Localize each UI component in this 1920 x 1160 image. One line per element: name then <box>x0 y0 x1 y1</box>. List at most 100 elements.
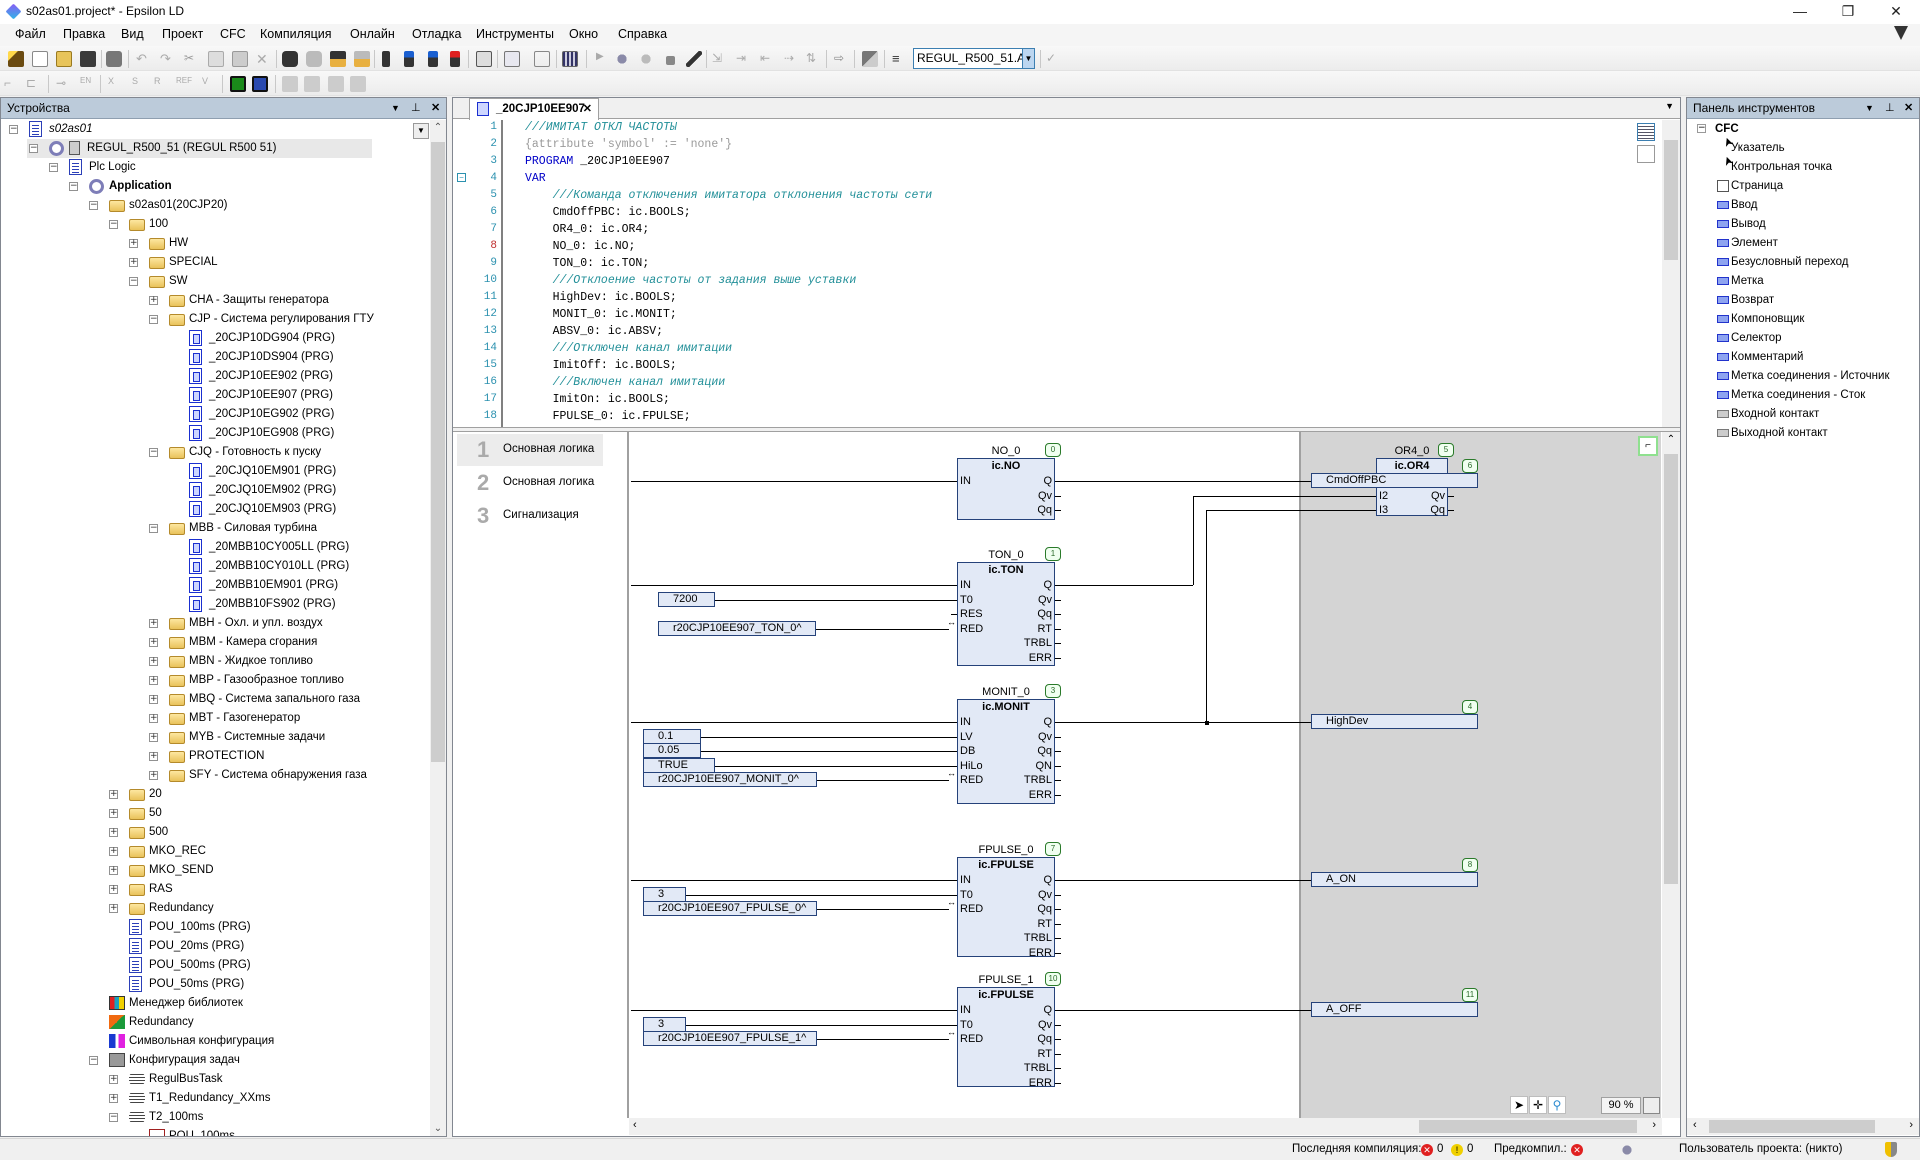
scroll-left-icon[interactable]: ‹ <box>1693 1119 1697 1131</box>
ld-ref-icon[interactable]: REF <box>176 76 192 92</box>
declaration-view-icon[interactable] <box>1637 123 1655 141</box>
replace-icon[interactable] <box>306 51 322 67</box>
input-pin[interactable]: LV <box>960 730 973 744</box>
stop-icon[interactable] <box>666 56 675 65</box>
input-wire[interactable] <box>816 628 949 630</box>
output-variable-box[interactable]: CmdOffPBC <box>1311 473 1478 488</box>
menu-build[interactable]: Компиляция <box>260 27 332 41</box>
cut-icon[interactable]: ✂ <box>184 51 200 67</box>
output-pin[interactable]: TRBL <box>1024 773 1052 787</box>
expand-icon[interactable]: + <box>109 904 118 913</box>
expand-icon[interactable]: + <box>149 676 158 685</box>
output-pin[interactable]: Qq <box>1037 607 1052 621</box>
input-pin[interactable]: IN <box>960 715 971 729</box>
pan-tool-icon[interactable]: ✛ <box>1529 1096 1547 1114</box>
output-pin[interactable]: Qv <box>1038 593 1052 607</box>
input-wire[interactable] <box>715 765 957 767</box>
code-line[interactable]: ///Отклоение частоты от задания выше уст… <box>525 274 857 287</box>
menu-tools[interactable]: Инструменты <box>476 27 554 41</box>
run-to-cursor-icon[interactable]: ⇢ <box>784 51 800 67</box>
code-scroll-thumb[interactable] <box>1664 140 1678 260</box>
run-icon[interactable]: ▶ <box>596 51 604 67</box>
output-pin[interactable]: Qv <box>1038 1018 1052 1032</box>
ld-coil-icon[interactable]: ⊸ <box>56 76 72 92</box>
find-icon[interactable] <box>282 51 298 67</box>
prev-bookmark-icon[interactable] <box>428 51 438 67</box>
function-block-monit[interactable]: ic.MONIT IN LV DB HiLo RED Q Qv Qq QN TRBL ERR <box>957 699 1055 804</box>
menu-debug[interactable]: Отладка <box>412 27 461 41</box>
output-pin[interactable]: RT <box>1038 622 1052 636</box>
tabs-dropdown-icon[interactable]: ▼ <box>1665 101 1674 111</box>
reset-tool-icon[interactable] <box>686 51 702 67</box>
output-pin[interactable]: QN <box>1036 759 1053 773</box>
input-pin[interactable]: RED <box>960 1032 983 1046</box>
active-application-combo-dropdown[interactable]: ▼ <box>1023 48 1035 69</box>
constant-input-box[interactable]: r20CJP10EE907_FPULSE_1^ <box>643 1031 817 1046</box>
output-pin[interactable]: Q <box>1043 1003 1052 1017</box>
code-line[interactable]: OR4_0: ic.OR4; <box>525 223 650 236</box>
expand-icon[interactable]: + <box>109 828 118 837</box>
scroll-right-icon[interactable]: › <box>1909 1119 1913 1131</box>
close-panel-icon[interactable]: ✕ <box>1904 98 1913 119</box>
input-pin[interactable]: T0 <box>960 1018 973 1032</box>
function-block-fpulse0[interactable]: ic.FPULSE IN T0 RED Q Qv Qq RT TRBL ERR <box>957 857 1055 959</box>
ld-negate-icon[interactable]: X <box>108 76 124 92</box>
clipboard-icon[interactable] <box>476 51 492 67</box>
export-icon[interactable] <box>534 51 550 67</box>
collapse-cfc-group-icon[interactable]: − <box>1697 124 1706 133</box>
expand-icon[interactable]: + <box>109 1075 118 1084</box>
collapse-icon[interactable]: − <box>109 1113 118 1122</box>
zoom-settings-icon[interactable] <box>1643 1097 1660 1114</box>
new-project-icon[interactable] <box>32 51 48 67</box>
output-pin[interactable]: Qq <box>1430 503 1445 517</box>
constant-input-box[interactable]: 3 <box>643 1016 686 1032</box>
output-variable-box[interactable]: A_OFF <box>1311 1002 1478 1017</box>
input-wire[interactable] <box>631 880 957 881</box>
output-pin[interactable]: ERR <box>1029 1076 1052 1090</box>
toolbox-item[interactable]: Возврат <box>1717 291 1774 310</box>
cfc-hscroll-thumb[interactable] <box>1419 1120 1637 1133</box>
open-project-icon[interactable] <box>56 51 72 67</box>
expand-icon[interactable]: + <box>149 296 158 305</box>
output-pin[interactable]: ERR <box>1029 788 1052 802</box>
input-pin[interactable]: I2 <box>1379 489 1388 503</box>
constant-input-box[interactable]: TRUE <box>643 757 715 773</box>
input-wire[interactable] <box>631 722 957 723</box>
constant-input-box[interactable]: r20CJP10EE907_TON_0^ <box>658 620 816 636</box>
input-pin[interactable]: IN <box>960 1003 971 1017</box>
constant-input-box[interactable]: 0.1 <box>643 728 701 744</box>
output-wire[interactable] <box>1055 1010 1311 1011</box>
input-pin[interactable]: RED <box>960 902 983 916</box>
add-input-pin-icon[interactable] <box>230 76 246 92</box>
output-wire[interactable] <box>1055 722 1311 723</box>
step-into-icon[interactable]: ⇲ <box>712 51 728 67</box>
scroll-up-icon[interactable]: ⌃ <box>430 122 446 133</box>
tree-dropdown-button[interactable]: ▼ <box>413 123 429 139</box>
cfc-page-item[interactable]: 2 Основная логика <box>457 467 603 499</box>
online-status-icon[interactable] <box>1620 1143 1634 1157</box>
toolbox-item[interactable]: Метка соединения - Сток <box>1717 386 1865 405</box>
constant-input-box[interactable]: 3 <box>643 886 686 902</box>
clear-bookmarks-icon[interactable] <box>450 51 460 67</box>
input-pin[interactable]: DB <box>960 744 975 758</box>
routing-mode-icon[interactable]: ⌐ <box>1638 436 1658 456</box>
cfc-zoom-level[interactable]: 90 % <box>1601 1097 1641 1114</box>
copy-icon[interactable] <box>208 51 224 67</box>
output-pin[interactable]: Qq <box>1037 503 1052 517</box>
collapse-icon[interactable]: − <box>29 144 38 153</box>
input-wire[interactable] <box>817 909 949 910</box>
code-line[interactable]: ImitOff: ic.BOOLS; <box>525 359 677 372</box>
toolbox-item[interactable]: Комментарий <box>1717 348 1803 367</box>
close-tab-icon[interactable]: ✕ <box>583 99 592 119</box>
pin-icon[interactable]: ⊥ <box>1885 98 1895 119</box>
code-line[interactable]: {attribute 'symbol' := 'none'} <box>525 138 732 151</box>
constant-input-box[interactable]: r20CJP10EE907_MONIT_0^ <box>643 772 817 787</box>
collapse-icon[interactable]: − <box>129 277 138 286</box>
error-count[interactable]: 0 <box>1437 1143 1443 1155</box>
security-shield-icon[interactable] <box>1885 1142 1897 1157</box>
collapse-icon[interactable]: − <box>49 163 58 172</box>
ld-set-icon[interactable]: S <box>132 76 148 92</box>
ld-en-icon[interactable]: EN <box>80 76 96 92</box>
expand-icon[interactable]: + <box>149 714 158 723</box>
project-user[interactable]: Пользователь проекта: (никто) <box>1679 1143 1842 1155</box>
